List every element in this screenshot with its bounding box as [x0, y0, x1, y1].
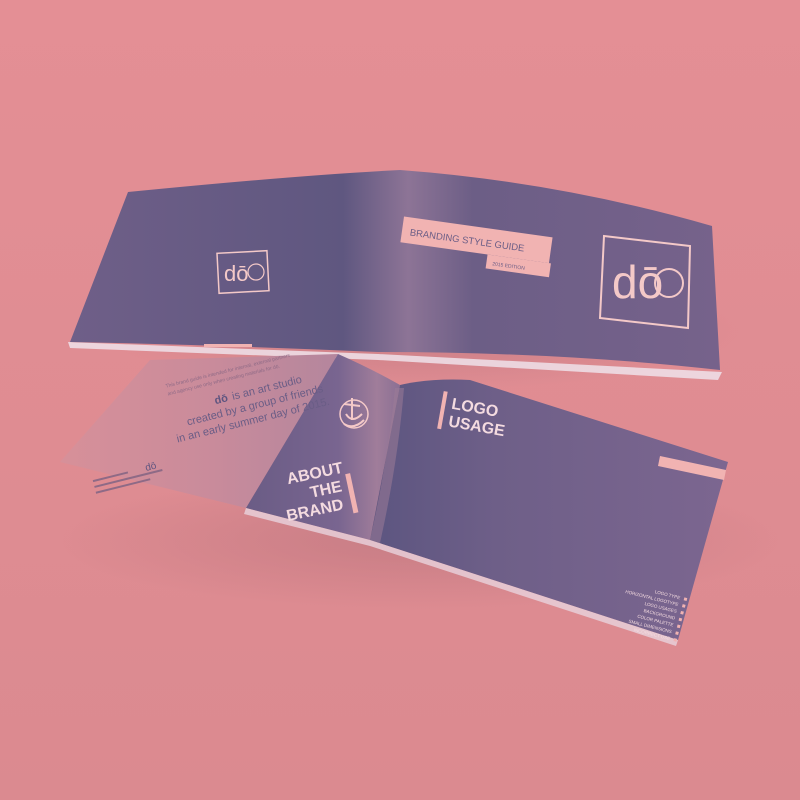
back-cover-footer-strip [204, 344, 252, 347]
back-cover-logo-text: dō [224, 261, 248, 286]
booklet-mockup-scene: dō BRANDING STYLE GUIDE 2015 EDITION dō [0, 0, 800, 800]
